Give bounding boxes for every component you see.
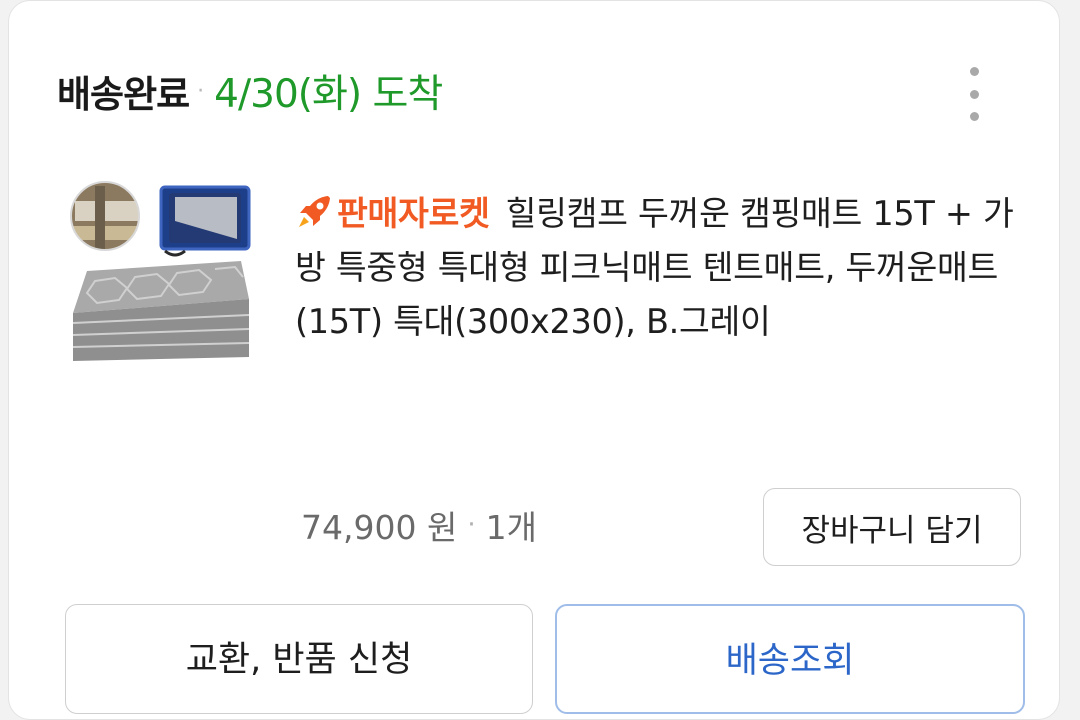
exchange-return-button[interactable]: 교환, 반품 신청 <box>65 604 533 714</box>
delivery-status-label: 배송완료 <box>57 73 190 116</box>
more-options-icon[interactable] <box>957 67 991 121</box>
arrival-date: 4/30(화) 도착 <box>214 72 443 117</box>
product-title[interactable]: 판매자로켓 힐링캠프 두꺼운 캠핑매트 15T + 가방 특중형 특대형 피크닉매… <box>295 187 1030 349</box>
seller-rocket-label: 판매자로켓 <box>337 194 490 233</box>
status-separator: · <box>197 78 205 104</box>
seller-rocket-badge: 판매자로켓 <box>295 194 490 233</box>
product-price: 74,900 원 <box>301 508 458 547</box>
product-quantity: 1개 <box>485 508 537 547</box>
order-card: 배송완료 · 4/30(화) 도착 판매자로켓 힐링캠프 두꺼운 캠핑매트 15… <box>8 0 1060 720</box>
track-delivery-button[interactable]: 배송조회 <box>555 604 1025 714</box>
delivery-status-row: 배송완료 · 4/30(화) 도착 <box>57 61 443 121</box>
price-row: 74,900 원 · 1개 <box>301 501 537 549</box>
add-to-cart-button[interactable]: 장바구니 담기 <box>763 488 1021 566</box>
rocket-icon <box>299 196 330 227</box>
price-separator: · <box>467 510 476 540</box>
product-thumbnail[interactable] <box>65 181 255 371</box>
